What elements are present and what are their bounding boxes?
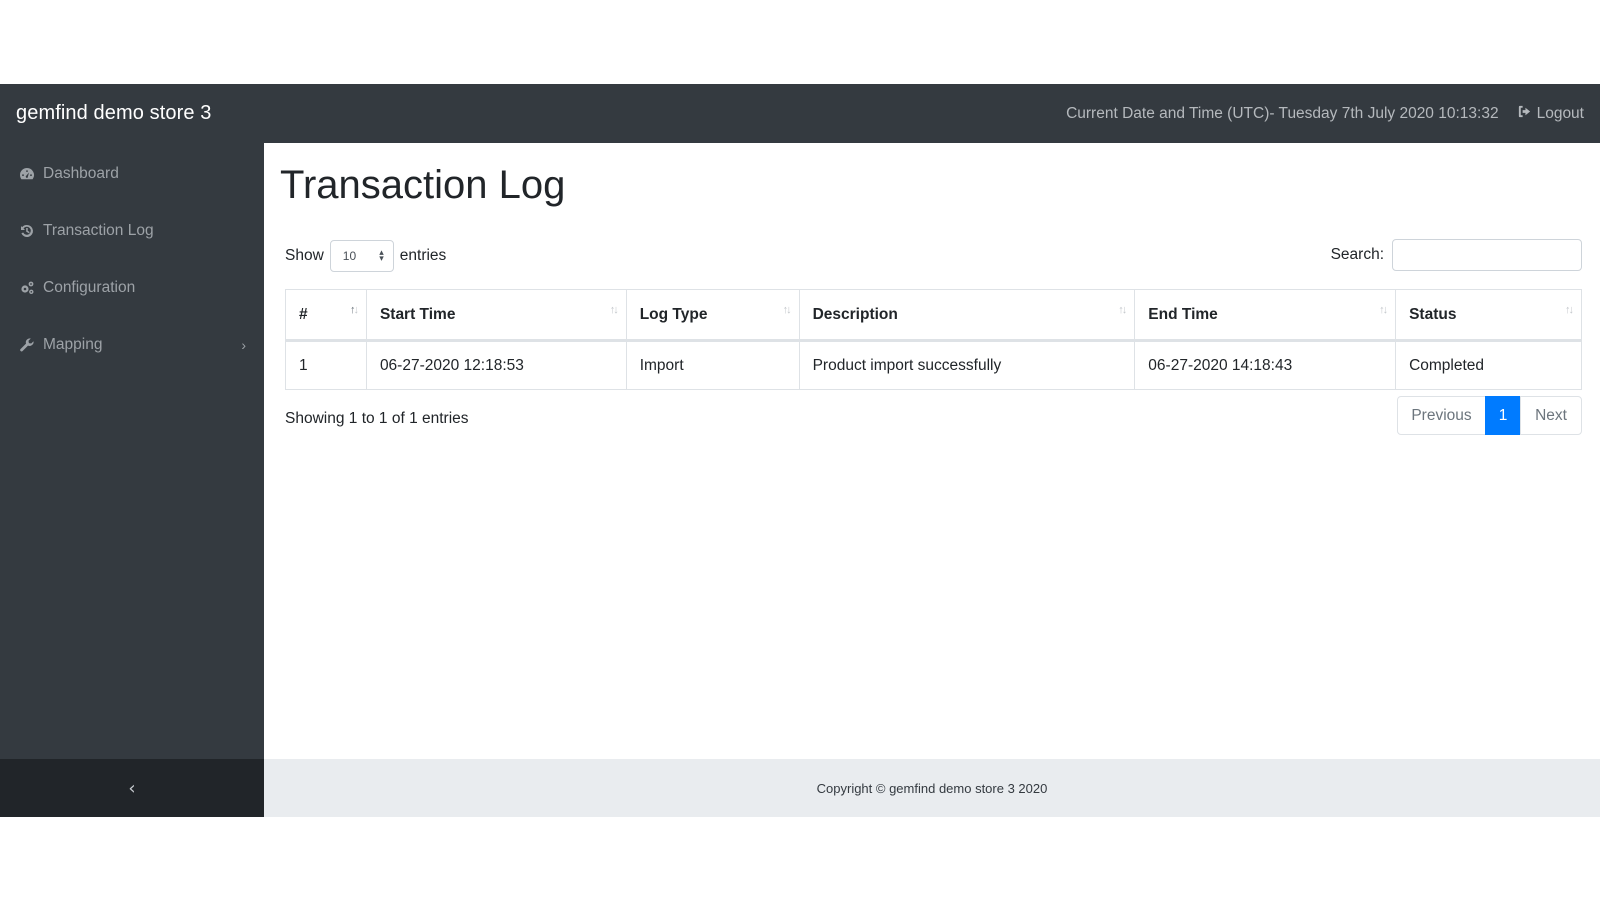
- sidebar-item-mapping[interactable]: Mapping ›: [0, 325, 264, 365]
- table-header-row: # ↑↓ Start Time ↑↓ Log Type ↑↓ Description ↑…: [285, 289, 1582, 342]
- cell-number: 1: [285, 340, 367, 390]
- brand-title[interactable]: gemfind demo store 3: [16, 102, 211, 125]
- sort-icon[interactable]: ↑↓: [350, 304, 359, 316]
- page-title: Transaction Log: [280, 163, 566, 207]
- cell-start-time: 06-27-2020 12:18:53: [365, 340, 627, 390]
- sidebar-item-dashboard[interactable]: Dashboard: [0, 154, 264, 194]
- sort-icon[interactable]: ↑↓: [1118, 304, 1127, 316]
- sort-icon[interactable]: ↑↓: [1565, 304, 1574, 316]
- sidebar-item-label: Transaction Log: [43, 222, 154, 239]
- table-row: 1 06-27-2020 12:18:53 Import Product imp…: [285, 340, 1582, 390]
- column-header-status[interactable]: Status ↑↓: [1395, 289, 1582, 342]
- sort-icon[interactable]: ↑↓: [610, 304, 619, 316]
- cell-log-type: Import: [625, 340, 800, 390]
- chevron-right-icon: ›: [241, 337, 246, 353]
- column-header-end-time[interactable]: End Time ↑↓: [1134, 289, 1397, 342]
- main-content: Transaction Log Show 10 ▴ ▾ entries Searc…: [264, 143, 1600, 759]
- wrench-icon: [18, 336, 36, 354]
- sort-icon[interactable]: ↑↓: [783, 304, 792, 316]
- previous-page-button[interactable]: Previous: [1397, 396, 1486, 435]
- sign-out-icon: [1517, 104, 1532, 124]
- sidebar-item-label: Configuration: [43, 279, 136, 296]
- sidebar-item-label: Mapping: [43, 336, 103, 353]
- entries-length-control: Show 10 ▴ ▾ entries: [285, 240, 446, 272]
- entries-per-page-select[interactable]: 10: [329, 240, 394, 272]
- app-shell: gemfind demo store 3 Current Date and Ti…: [0, 84, 1600, 817]
- sidebar-item-transaction-log[interactable]: Transaction Log: [0, 211, 264, 251]
- cell-end-time: 06-27-2020 14:18:43: [1134, 340, 1397, 390]
- column-header-number[interactable]: # ↑↓: [285, 289, 367, 342]
- page-1-button[interactable]: 1: [1485, 396, 1521, 435]
- sidebar: Dashboard Transaction Log Configuration …: [0, 143, 264, 817]
- cogs-icon: [18, 279, 36, 297]
- footer: Copyright © gemfind demo store 3 2020: [264, 759, 1600, 817]
- transaction-log-table: # ↑↓ Start Time ↑↓ Log Type ↑↓ Description ↑…: [285, 289, 1582, 390]
- table-info: Showing 1 to 1 of 1 entries: [285, 410, 469, 427]
- logout-label: Logout: [1536, 104, 1584, 122]
- sidebar-collapse-button[interactable]: ‹: [0, 759, 264, 817]
- chevron-left-icon: ‹: [128, 777, 136, 799]
- top-navbar: gemfind demo store 3 Current Date and Ti…: [0, 84, 1600, 143]
- sidebar-item-label: Dashboard: [43, 165, 119, 182]
- tachometer-icon: [18, 165, 36, 183]
- history-icon: [18, 222, 36, 240]
- sort-icon[interactable]: ↑↓: [1379, 304, 1388, 316]
- column-header-description[interactable]: Description ↑↓: [798, 289, 1136, 342]
- cell-description: Product import successfully: [798, 340, 1136, 390]
- search-input[interactable]: [1392, 239, 1582, 271]
- column-header-log-type[interactable]: Log Type ↑↓: [625, 289, 800, 342]
- copyright-text: Copyright © gemfind demo store 3 2020: [816, 780, 1048, 796]
- sidebar-item-configuration[interactable]: Configuration: [0, 268, 264, 308]
- current-datetime: Current Date and Time (UTC)- Tuesday 7th…: [1066, 104, 1499, 122]
- navbar-right: Current Date and Time (UTC)- Tuesday 7th…: [1066, 104, 1584, 124]
- search-control: Search:: [1331, 239, 1582, 271]
- logout-link[interactable]: Logout: [1517, 104, 1584, 124]
- pagination: Previous 1 Next: [1397, 396, 1582, 435]
- cell-status: Completed: [1395, 340, 1582, 390]
- next-page-button[interactable]: Next: [1520, 396, 1582, 435]
- column-header-start-time[interactable]: Start Time ↑↓: [365, 289, 627, 342]
- search-label: Search:: [1330, 246, 1384, 263]
- entries-label: entries: [399, 247, 447, 264]
- show-label: Show: [285, 247, 324, 264]
